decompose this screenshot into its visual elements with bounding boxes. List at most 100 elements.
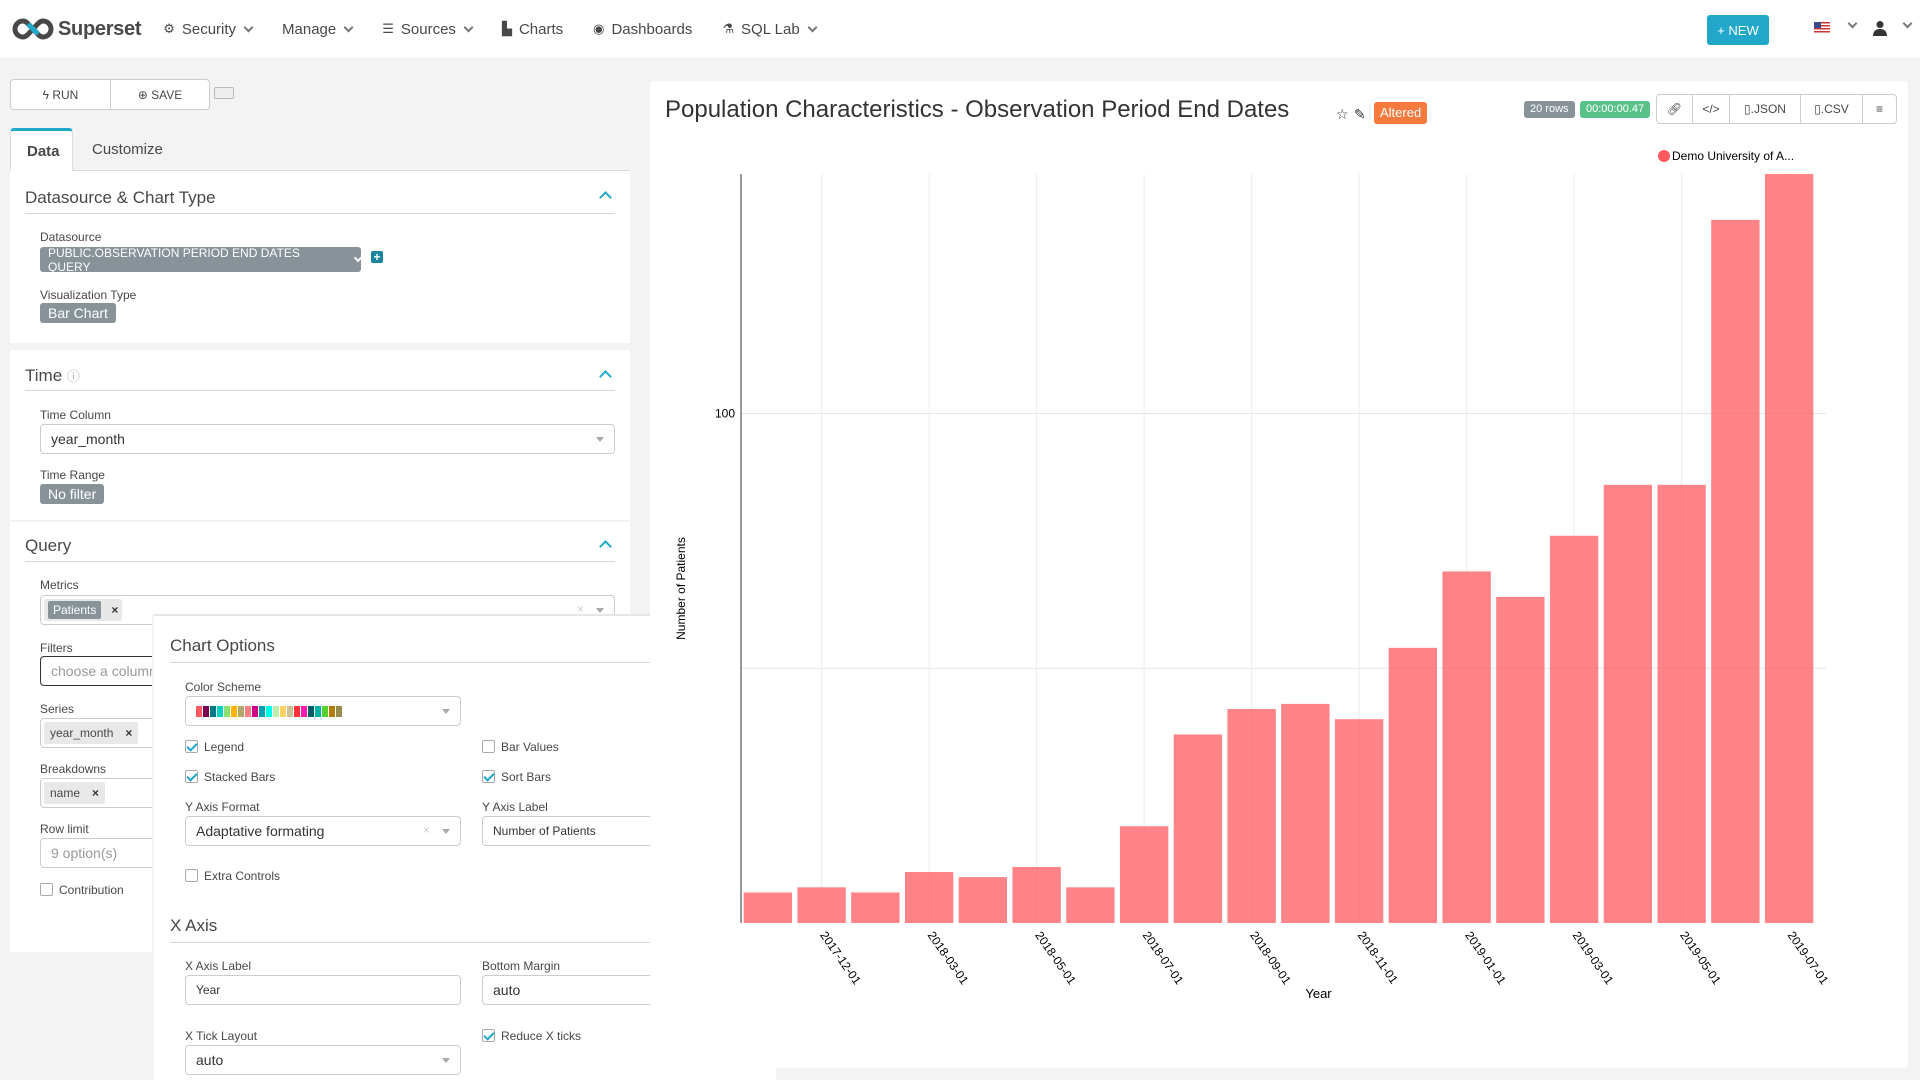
x-tick-label: 2017-12-01 bbox=[817, 929, 864, 988]
color-scheme-select[interactable] bbox=[185, 696, 461, 726]
x-tick-label: 2019-07-01 bbox=[1785, 929, 1832, 988]
remove-icon[interactable]: × bbox=[92, 786, 99, 800]
viz-type-button[interactable]: Bar Chart bbox=[40, 303, 116, 323]
add-datasource-icon[interactable]: + bbox=[371, 251, 383, 263]
x-tick-label: 2018-03-01 bbox=[925, 929, 972, 988]
extra-controls-label: Extra Controls bbox=[204, 869, 281, 883]
remove-icon[interactable]: × bbox=[111, 603, 118, 617]
run-button[interactable]: ϟ RUN bbox=[11, 80, 110, 109]
nav-sql-lab[interactable]: ⚗ SQL Lab bbox=[722, 21, 818, 38]
nav-security[interactable]: ⚙ Security bbox=[163, 20, 254, 38]
divider bbox=[25, 213, 615, 214]
x-axis-title: X Axis bbox=[170, 916, 218, 935]
bar-chart: 100 2017-12-01 2018-03-01 2018-05-01 2018-0… bbox=[674, 174, 1832, 1001]
run-save-group: ϟ RUN ⊕ SAVE bbox=[10, 79, 210, 110]
contribution-checkbox[interactable] bbox=[40, 883, 53, 896]
color-swatch bbox=[231, 705, 237, 717]
color-swatch bbox=[203, 705, 209, 717]
x-tick-labels: 2017-12-01 2018-03-01 2018-05-01 2018-07-01… bbox=[817, 929, 1831, 988]
flask-icon: ⚗ bbox=[722, 21, 735, 36]
caret-down-icon bbox=[442, 1058, 450, 1063]
color-swatch bbox=[301, 705, 307, 717]
bottom-margin-label: Bottom Margin bbox=[482, 959, 561, 973]
stacked-bars-label: Stacked Bars bbox=[204, 770, 276, 784]
bar bbox=[1711, 219, 1760, 923]
keyboard-shortcuts-icon[interactable] bbox=[214, 87, 234, 99]
color-swatch bbox=[329, 705, 335, 717]
bar bbox=[904, 872, 954, 923]
nav-sources[interactable]: ☰ Sources bbox=[382, 21, 474, 38]
bar bbox=[1603, 484, 1653, 923]
time-column-select[interactable]: year_month bbox=[40, 424, 615, 454]
bar-values-checkbox[interactable] bbox=[482, 740, 495, 753]
control-tabs: Data Customize bbox=[10, 128, 630, 172]
clear-icon[interactable]: × bbox=[423, 823, 430, 837]
y-axis-format-select[interactable]: Adaptative formating × bbox=[185, 816, 461, 846]
bar bbox=[958, 877, 1008, 923]
section-time-title: Time ⓘ bbox=[25, 366, 80, 386]
chevron-down-icon[interactable] bbox=[1847, 18, 1858, 29]
y-axis-title: Number of Patients bbox=[674, 537, 688, 640]
collapse-icon[interactable] bbox=[599, 370, 612, 383]
tab-data[interactable]: Data bbox=[10, 128, 73, 172]
save-button[interactable]: ⊕ SAVE bbox=[110, 80, 209, 109]
plus-circle-icon: ⊕ bbox=[137, 87, 152, 102]
chevron-down-icon[interactable] bbox=[1902, 18, 1913, 29]
chart-options-title: Chart Options bbox=[170, 636, 275, 655]
time-range-button[interactable]: No filter bbox=[40, 484, 105, 504]
run-label: RUN bbox=[52, 87, 79, 102]
superset-logo-icon bbox=[12, 18, 54, 40]
nav-charts[interactable]: ▙ Charts bbox=[502, 21, 563, 38]
collapse-icon[interactable] bbox=[599, 191, 612, 204]
y-tick-labels: 100 bbox=[715, 406, 735, 420]
remove-icon[interactable]: × bbox=[125, 726, 132, 740]
stacked-bars-checkbox[interactable] bbox=[185, 770, 198, 783]
extra-controls-checkbox[interactable] bbox=[185, 869, 198, 882]
time-column-label: Time Column bbox=[40, 408, 111, 422]
sort-bars-checkbox[interactable] bbox=[482, 770, 495, 783]
bar bbox=[1227, 709, 1276, 923]
collapse-icon[interactable] bbox=[599, 540, 612, 553]
x-tick-label: 2019-01-01 bbox=[1462, 929, 1509, 988]
tab-customize[interactable]: Customize bbox=[76, 128, 179, 171]
sort-bars-label: Sort Bars bbox=[501, 770, 552, 784]
reduce-x-ticks-label: Reduce X ticks bbox=[501, 1029, 582, 1043]
nav-dashboards[interactable]: ◉ Dashboards bbox=[593, 21, 692, 38]
metric-tag: Patients × bbox=[44, 599, 123, 621]
bottom-margin-value: auto bbox=[493, 982, 521, 998]
nav-security-label: Security bbox=[181, 20, 237, 38]
metric-tag-label[interactable]: Patients bbox=[48, 601, 102, 619]
legend-checkbox[interactable] bbox=[185, 740, 198, 753]
bar bbox=[1657, 484, 1706, 923]
info-icon[interactable]: ⓘ bbox=[67, 369, 80, 384]
bar bbox=[1012, 866, 1061, 923]
color-swatch bbox=[210, 705, 216, 717]
bolt-icon: ϟ bbox=[42, 87, 53, 102]
bars bbox=[743, 174, 1814, 923]
datasource-select[interactable]: PUBLIC.OBSERVATION PERIOD END DATES QUER… bbox=[40, 246, 363, 274]
us-flag-icon[interactable] bbox=[1814, 22, 1830, 33]
x-tick-layout-select[interactable]: auto bbox=[185, 1045, 461, 1075]
bar bbox=[1388, 647, 1438, 923]
new-button[interactable]: + NEW bbox=[1707, 15, 1769, 45]
y-axis-label-label: Y Axis Label bbox=[482, 800, 548, 814]
nav-manage[interactable]: Manage bbox=[282, 21, 354, 38]
reduce-x-ticks-checkbox[interactable] bbox=[482, 1029, 495, 1042]
dashboard-icon: ◉ bbox=[593, 21, 605, 36]
y-axis-format-label: Y Axis Format bbox=[185, 800, 260, 814]
breakdown-tag: name × bbox=[44, 782, 106, 804]
bar bbox=[1764, 174, 1814, 923]
save-label: SAVE bbox=[151, 87, 183, 102]
viz-type-label: Visualization Type bbox=[40, 288, 137, 302]
color-swatch bbox=[224, 705, 230, 717]
color-swatch bbox=[196, 705, 202, 717]
color-swatch bbox=[315, 705, 321, 717]
section-time-title-text: Time bbox=[25, 366, 63, 385]
brand-logo[interactable]: Superset bbox=[12, 17, 141, 41]
x-axis-label-input[interactable]: Year bbox=[185, 975, 461, 1005]
user-icon[interactable] bbox=[1873, 20, 1887, 36]
x-axis-title: Year bbox=[1305, 986, 1332, 1001]
top-navbar: Superset ⚙ Security Manage ☰ Sources ▙ C… bbox=[0, 0, 1920, 59]
metrics-label: Metrics bbox=[40, 578, 79, 592]
color-scheme-label: Color Scheme bbox=[185, 680, 262, 694]
